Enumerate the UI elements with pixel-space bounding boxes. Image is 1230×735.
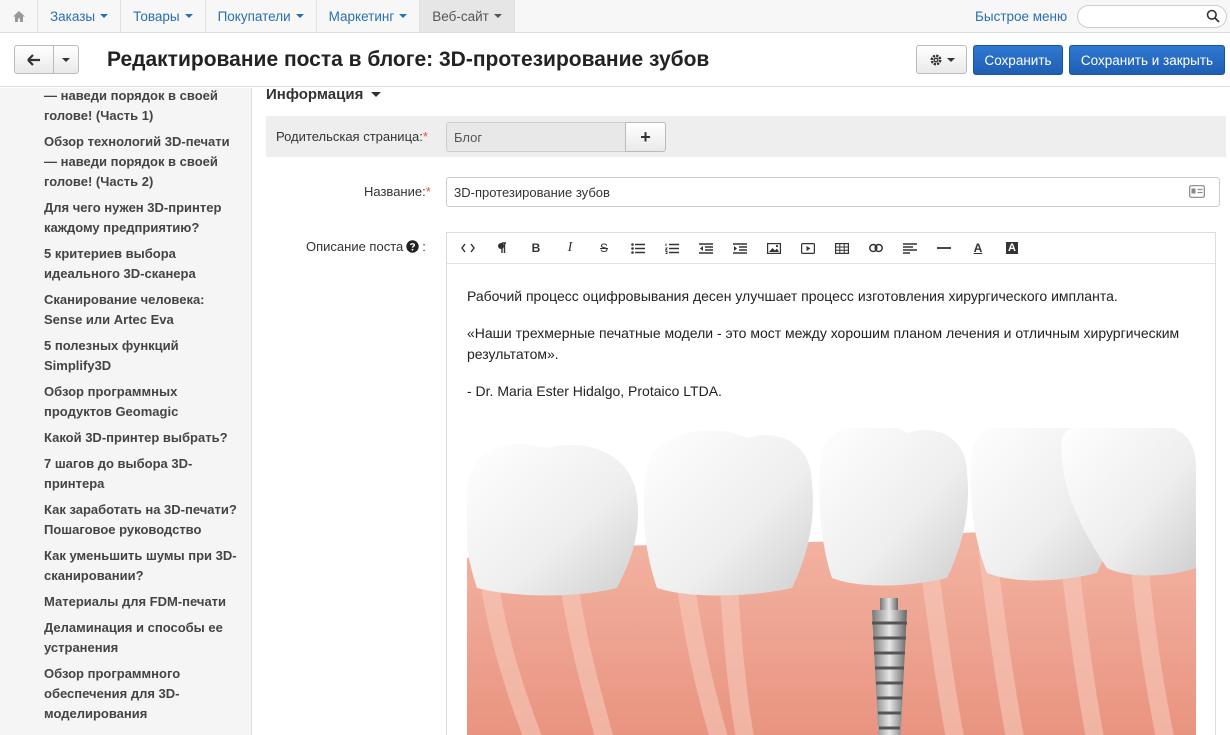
list-item[interactable]: Деламинация и способы ее устранения bbox=[44, 618, 240, 658]
numbered-list-icon[interactable] bbox=[655, 234, 689, 262]
indent-icon[interactable] bbox=[723, 234, 757, 262]
nav-customers[interactable]: Покупатели bbox=[206, 0, 317, 32]
name-field[interactable]: 3D-протезирование зубов bbox=[446, 177, 1220, 207]
back-button-group bbox=[14, 45, 79, 74]
editor-toolbar: B I S A A bbox=[447, 233, 1215, 264]
parent-page-label: Родительская страница:* bbox=[276, 129, 428, 144]
chevron-down-icon bbox=[295, 14, 304, 18]
list-item[interactable]: Для чего нужен 3D-принтер каждому предпр… bbox=[44, 198, 240, 238]
horizontal-rule-icon[interactable] bbox=[927, 234, 961, 262]
list-item[interactable]: Материалы для FDM-печати bbox=[44, 592, 240, 612]
chevron-down-icon bbox=[946, 57, 955, 62]
teeth-illustration bbox=[465, 419, 1197, 735]
chevron-down-icon bbox=[184, 14, 193, 18]
link-icon[interactable] bbox=[859, 234, 893, 262]
font-color-icon[interactable]: A bbox=[961, 234, 995, 262]
page-header: Редактирование поста в блоге: 3D-протези… bbox=[0, 33, 1230, 87]
save-and-close-button[interactable]: Сохранить и закрыть bbox=[1069, 45, 1225, 75]
video-icon[interactable] bbox=[791, 234, 825, 262]
search-icon[interactable] bbox=[1206, 9, 1220, 26]
italic-icon[interactable]: I bbox=[553, 234, 587, 262]
strikethrough-icon[interactable]: S bbox=[587, 234, 621, 262]
home-icon[interactable] bbox=[0, 0, 38, 32]
list-item[interactable]: 5 полезных функций Simplify3D bbox=[44, 336, 240, 376]
nav-marketing[interactable]: Маркетинг bbox=[317, 0, 421, 32]
required-mark: * bbox=[425, 184, 431, 199]
posts-list: — наведи порядок в своей голове! (Часть … bbox=[44, 88, 240, 730]
gear-icon bbox=[930, 54, 941, 65]
description-label: Описание поста : bbox=[306, 239, 426, 254]
nav-orders[interactable]: Заказы bbox=[38, 0, 122, 32]
code-icon[interactable] bbox=[451, 234, 485, 262]
bold-icon[interactable]: B bbox=[519, 234, 553, 262]
list-item[interactable]: Обзор программных продуктов Geomagic bbox=[44, 382, 240, 422]
save-button[interactable]: Сохранить bbox=[973, 45, 1063, 75]
required-mark: * bbox=[422, 129, 428, 144]
global-search bbox=[1077, 5, 1227, 28]
align-icon[interactable] bbox=[893, 234, 927, 262]
list-item[interactable]: Как уменьшить шумы при 3D-сканировании? bbox=[44, 546, 240, 586]
outdent-icon[interactable] bbox=[689, 234, 723, 262]
background-color-icon[interactable]: A bbox=[995, 234, 1029, 262]
table-icon[interactable] bbox=[825, 234, 859, 262]
chevron-down-icon bbox=[399, 14, 408, 18]
chevron-down-icon bbox=[371, 92, 382, 97]
nav-products[interactable]: Товары bbox=[121, 0, 206, 32]
section-toggle[interactable]: Информация bbox=[266, 86, 382, 103]
content-paragraph: Рабочий процесс оцифровывания десен улуч… bbox=[467, 288, 1118, 304]
name-label: Название:* bbox=[364, 184, 431, 199]
back-button[interactable] bbox=[14, 45, 54, 74]
bullet-list-icon[interactable] bbox=[621, 234, 655, 262]
question-circle-icon[interactable] bbox=[406, 240, 419, 253]
list-item[interactable]: — наведи порядок в своей голове! (Часть … bbox=[44, 88, 240, 126]
list-item[interactable]: Какой 3D-принтер выбрать? bbox=[44, 428, 240, 448]
image-icon[interactable] bbox=[757, 234, 791, 262]
chevron-down-icon bbox=[493, 14, 502, 18]
list-item[interactable]: 5 критериев выбора идеального 3D-сканера bbox=[44, 244, 240, 284]
address-card-icon[interactable] bbox=[1189, 185, 1205, 201]
chevron-down-icon bbox=[100, 14, 109, 18]
arrow-left-icon bbox=[27, 53, 40, 66]
settings-dropdown-button[interactable] bbox=[916, 45, 967, 74]
search-input[interactable] bbox=[1088, 6, 1208, 27]
section-title: Информация bbox=[266, 86, 364, 103]
name-value: 3D-протезирование зубов bbox=[454, 184, 610, 200]
list-item[interactable]: Обзор программного обеспечения для 3D-мо… bbox=[44, 664, 240, 724]
content-paragraph: «Наши трехмерные печатные модели - это м… bbox=[467, 325, 1180, 362]
list-item[interactable]: Сканирование человека: Sense или Artec E… bbox=[44, 290, 240, 330]
back-dropdown-button[interactable] bbox=[54, 45, 79, 74]
chevron-down-icon bbox=[62, 57, 70, 62]
plus-icon: + bbox=[640, 126, 651, 147]
add-parent-button[interactable]: + bbox=[625, 122, 666, 152]
list-item[interactable]: Как заработать на 3D-печати? Пошаговое р… bbox=[44, 500, 240, 540]
nav-website[interactable]: Веб-сайт bbox=[420, 0, 515, 32]
paragraph-icon[interactable] bbox=[485, 234, 519, 262]
parent-page-field[interactable]: Блог bbox=[446, 122, 626, 152]
dental-implant-image bbox=[465, 419, 1197, 735]
list-item[interactable]: Обзор технологий 3D-печати — наведи поря… bbox=[44, 132, 240, 192]
quick-menu-link[interactable]: Быстрое меню bbox=[975, 9, 1067, 24]
list-item[interactable]: 7 шагов до выбора 3D-принтера bbox=[44, 454, 240, 494]
editor-content[interactable]: Рабочий процесс оцифровывания десен улуч… bbox=[447, 264, 1215, 402]
rich-text-editor: B I S A A Рабочий процесс оцифровывания … bbox=[446, 232, 1216, 735]
page-title: Редактирование поста в блоге: 3D-протези… bbox=[107, 48, 710, 71]
sidebar-posts-list: — наведи порядок в своей голове! (Часть … bbox=[0, 88, 252, 735]
content-paragraph: - Dr. Maria Ester Hidalgo, Protaico LTDA… bbox=[467, 383, 722, 399]
